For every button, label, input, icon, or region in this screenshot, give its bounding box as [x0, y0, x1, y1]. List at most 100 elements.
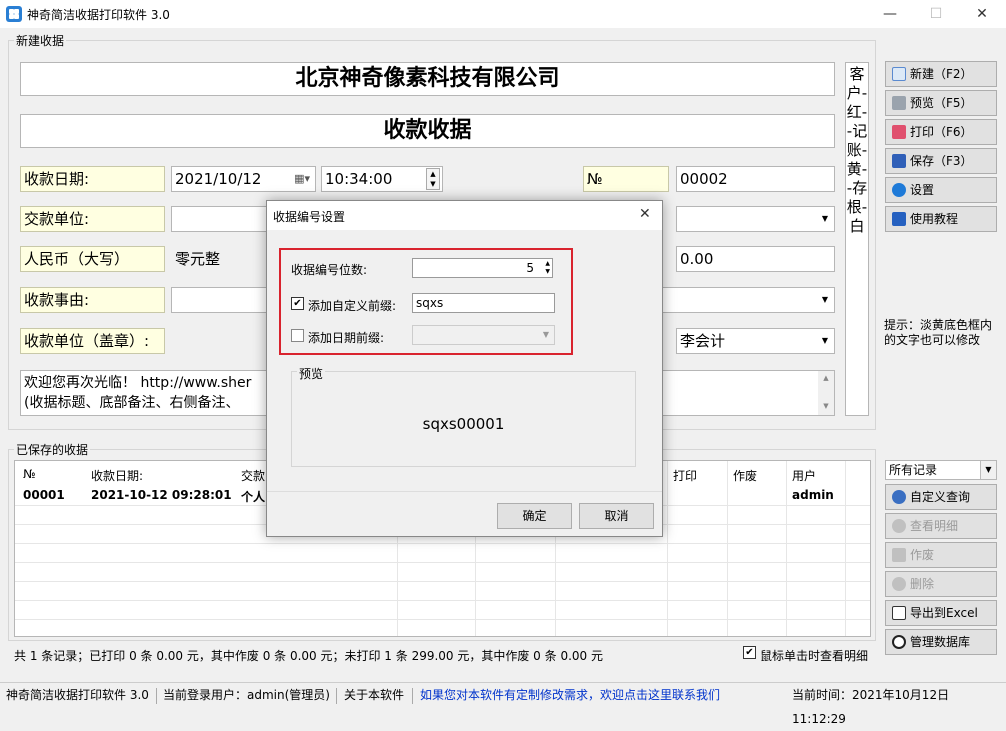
records-filter-select[interactable]: 所有记录 ▼ [885, 460, 997, 480]
void-button[interactable]: 作废 [885, 542, 997, 568]
chevron-down-icon: ▼ [821, 295, 828, 304]
time-spinner[interactable]: 10:34:00 ▲ ▼ [321, 166, 443, 192]
window-title: 神奇简洁收据打印软件 3.0 [27, 8, 170, 22]
app-icon [6, 6, 22, 22]
custom-query-button[interactable]: 自定义查询 [885, 484, 997, 510]
date-prefix-checkbox[interactable] [291, 329, 304, 342]
row-payer: 个人 [241, 490, 266, 504]
current-time: 当前时间：2021年10月12日 11:12:29 [792, 688, 950, 726]
payment-method-select[interactable]: ▼ [676, 206, 835, 232]
time-spinner-arrows-icon[interactable]: ▲ ▼ [426, 168, 440, 190]
col-header-payer[interactable]: 交款 [241, 467, 265, 484]
custom-prefix-label: 添加自定义前缀: [308, 299, 397, 313]
gear-icon [892, 183, 906, 197]
stamp-label[interactable]: 收款单位（盖章）: [20, 328, 165, 354]
amount-field[interactable]: 0.00 [676, 246, 835, 272]
preview-group-label: 预览 [297, 365, 326, 382]
records-filter-value: 所有记录 [889, 463, 938, 477]
void-icon [892, 548, 906, 562]
reason-input[interactable] [171, 287, 271, 313]
about-link[interactable]: 关于本软件 [344, 683, 404, 707]
saved-receipts-group-label: 已保存的收据 [14, 441, 91, 458]
printer-icon [892, 125, 906, 139]
custom-prefix-input[interactable]: sqxs [412, 293, 555, 313]
custom-request-link[interactable]: 如果您对本软件有定制修改需求，欢迎点击这里联系我们 [420, 683, 720, 707]
click-detail-checkbox[interactable]: ✔ [743, 646, 756, 659]
side-copy-note[interactable]: 客户-红--记账-黄--存根-白 [845, 62, 869, 416]
printer-preview-icon [892, 96, 906, 110]
receipt-title-field[interactable]: 收款收据 [20, 114, 835, 148]
settings-button[interactable]: 设置 [885, 177, 997, 203]
col-header-printed[interactable]: 打印 [673, 467, 697, 484]
receipt-no-field[interactable]: 00002 [676, 166, 835, 192]
tutorial-button[interactable]: 使用教程 [885, 206, 997, 232]
manage-database-button[interactable]: 管理数据库 [885, 629, 997, 655]
preview-button[interactable]: 预览（F5） [885, 90, 997, 116]
digits-label: 收据编号位数: [291, 263, 368, 277]
new-doc-icon [892, 67, 906, 81]
date-label[interactable]: 收款日期: [20, 166, 165, 192]
payer-label[interactable]: 交款单位: [20, 206, 165, 232]
magnifier-icon [892, 519, 906, 533]
note-scrollbar[interactable]: ▲ ▼ [818, 371, 834, 415]
row-user: admin [792, 488, 834, 502]
dialog-title-bar: 收据编号设置 ✕ [267, 201, 662, 230]
export-excel-button[interactable]: 导出到Excel [885, 600, 997, 626]
print-button[interactable]: 打印（F6） [885, 119, 997, 145]
digits-value: 5 [526, 261, 534, 275]
export-icon [892, 606, 906, 620]
minimize-button[interactable]: — [868, 2, 912, 26]
col-header-void[interactable]: 作废 [733, 467, 757, 484]
date-picker[interactable]: 2021/10/12 ▦▾ [171, 166, 316, 192]
ok-button[interactable]: 确定 [497, 503, 572, 529]
digits-spinner[interactable]: 5 ▲ ▼ [412, 258, 553, 278]
book-icon [892, 212, 906, 226]
company-name-field[interactable]: 北京神奇像素科技有限公司 [20, 62, 835, 96]
receipt-number-dialog: 收据编号设置 ✕ 收据编号位数: 5 ▲ ▼ ✔ 添加自定义前缀: sqxs 添加… [266, 200, 663, 537]
row-no: 00001 [23, 488, 65, 502]
hint-text: 提示：淡黄底色框内的文字也可以修改 [884, 318, 993, 347]
col-header-date[interactable]: 收款日期: [91, 467, 143, 484]
preview-value: sqxs00001 [422, 415, 505, 433]
reason-select[interactable]: ▼ [662, 287, 835, 313]
database-icon [892, 635, 906, 649]
status-app-name: 神奇简洁收据打印软件 3.0 [6, 688, 149, 702]
chevron-down-icon: ▼ [542, 330, 549, 339]
status-bar: 神奇简洁收据打印软件 3.0 当前登录用户：admin(管理员) 关于本软件 如… [0, 682, 1006, 726]
search-icon [892, 490, 906, 504]
floppy-disk-icon [892, 154, 906, 168]
reason-label[interactable]: 收款事由: [20, 287, 165, 313]
date-prefix-label: 添加日期前缀: [308, 331, 385, 345]
save-button[interactable]: 保存（F3） [885, 148, 997, 174]
payer-input[interactable] [171, 206, 271, 232]
col-header-no[interactable]: № [23, 467, 35, 481]
delete-button[interactable]: 删除 [885, 571, 997, 597]
close-window-button[interactable]: ✕ [960, 2, 1004, 26]
delete-icon [892, 577, 906, 591]
accountant-value: 李会计 [680, 332, 726, 350]
new-receipt-group-label: 新建收据 [14, 32, 67, 49]
calendar-dropdown-icon[interactable]: ▦▾ [294, 167, 310, 191]
date-prefix-select[interactable]: ▼ [412, 325, 555, 345]
click-detail-label: 鼠标单击时查看明细 [760, 649, 869, 663]
chevron-down-icon: ▼ [980, 461, 996, 479]
title-bar: 神奇简洁收据打印软件 3.0 — ☐ ✕ [0, 0, 1006, 28]
custom-prefix-checkbox[interactable]: ✔ [291, 297, 304, 310]
accountant-select[interactable]: 李会计 ▼ [676, 328, 835, 354]
col-header-user[interactable]: 用户 [792, 467, 816, 484]
status-user: 当前登录用户：admin(管理员) [163, 688, 330, 702]
receipt-no-label[interactable]: № [583, 166, 669, 192]
rmb-label[interactable]: 人民币（大写） [20, 246, 165, 272]
dialog-close-icon[interactable]: ✕ [639, 206, 651, 222]
maximize-button[interactable]: ☐ [914, 2, 958, 26]
rmb-uppercase-value: 零元整 [171, 246, 271, 272]
new-button[interactable]: 新建（F2） [885, 61, 997, 87]
chevron-down-icon: ▼ [821, 214, 828, 223]
chevron-down-icon: ▼ [821, 336, 828, 345]
summary-text: 共 1 条记录；已打印 0 条 0.00 元，其中作废 0 条 0.00 元；未… [14, 649, 603, 663]
spinner-arrows-icon[interactable]: ▲ ▼ [545, 260, 550, 276]
row-date: 2021-10-12 09:28:01 [91, 488, 232, 502]
view-detail-button[interactable]: 查看明细 [885, 513, 997, 539]
dialog-title: 收据编号设置 [273, 210, 346, 224]
cancel-button[interactable]: 取消 [579, 503, 654, 529]
